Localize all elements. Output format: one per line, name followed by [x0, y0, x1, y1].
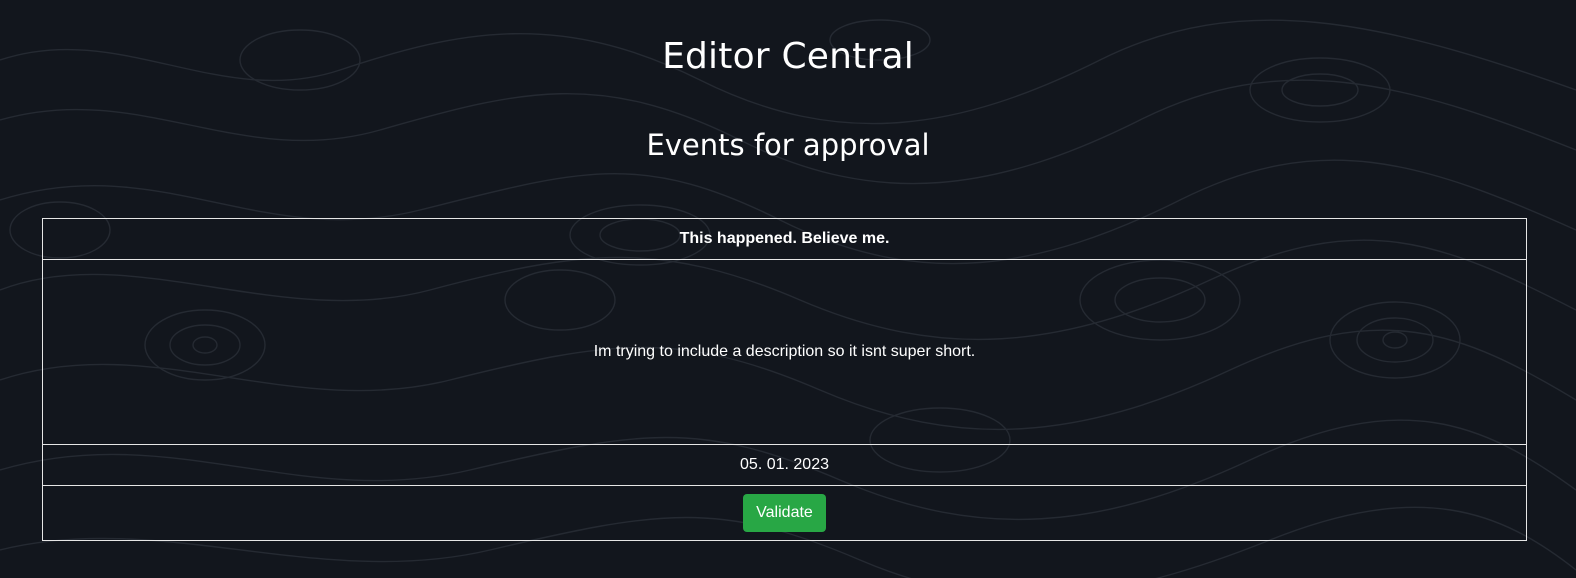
- event-date-row: 05. 01. 2023: [42, 444, 1527, 486]
- event-action-row: Validate: [42, 485, 1527, 541]
- event-action-cell: Validate: [42, 485, 1527, 541]
- event-description: Im trying to include a description so it…: [42, 259, 1527, 445]
- event-title: This happened. Believe me.: [42, 218, 1527, 260]
- page-title: Editor Central: [662, 36, 914, 77]
- events-table: This happened. Believe me. Im trying to …: [42, 218, 1527, 541]
- validate-button[interactable]: Validate: [743, 494, 826, 532]
- event-date: 05. 01. 2023: [42, 444, 1527, 486]
- event-description-row: Im trying to include a description so it…: [42, 259, 1527, 445]
- event-title-row: This happened. Believe me.: [42, 218, 1527, 260]
- section-title: Events for approval: [646, 128, 930, 162]
- main-content: Editor Central Events for approval This …: [0, 0, 1576, 578]
